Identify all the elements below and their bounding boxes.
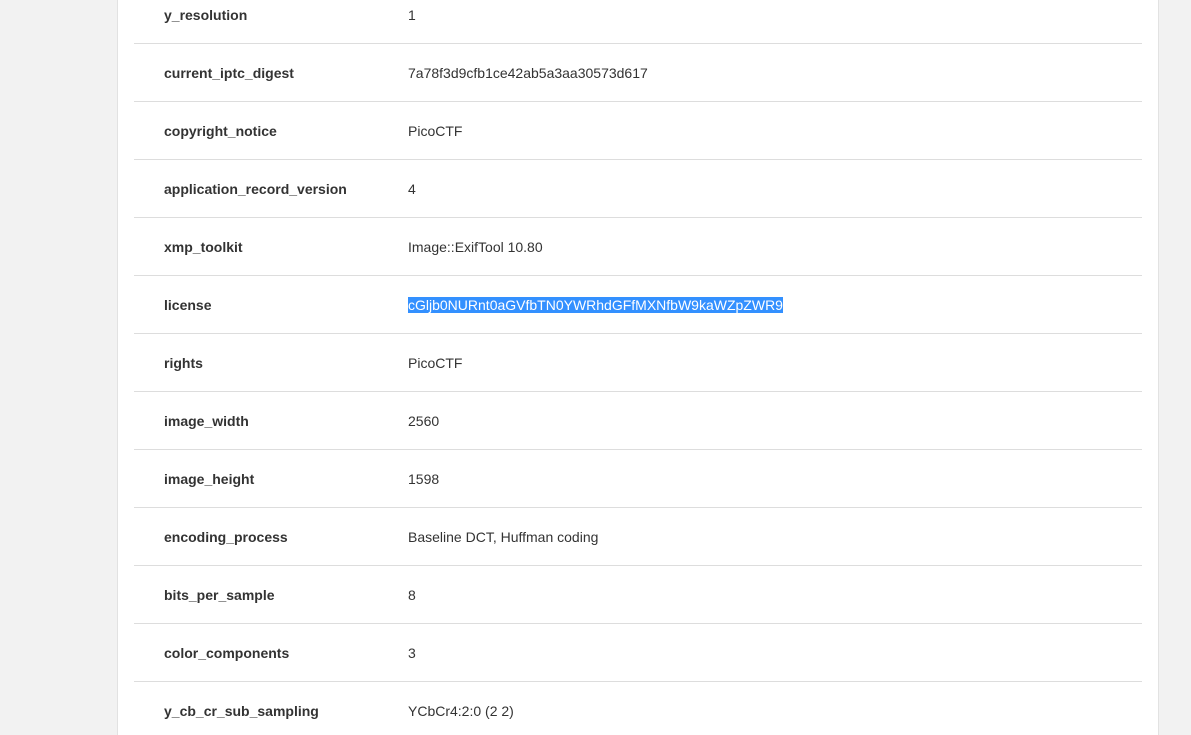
row-key: current_iptc_digest — [164, 64, 294, 81]
row-value: PicoCTF — [408, 354, 463, 371]
table-row: copyright_notice PicoCTF — [134, 102, 1142, 160]
table-row: image_height 1598 — [134, 450, 1142, 508]
table-row: license cGljb0NURnt0aGVfbTN0YWRhdGFfMXNf… — [134, 276, 1142, 334]
row-key: image_width — [164, 412, 249, 429]
row-value: 2560 — [408, 412, 440, 429]
row-key: rights — [164, 354, 203, 371]
row-value: 8 — [408, 586, 416, 603]
table-row: y_resolution 1 — [134, 0, 1142, 44]
row-value: 1 — [408, 6, 416, 23]
table-row: xmp_toolkit Image::ExifTool 10.80 — [134, 218, 1142, 276]
row-value: 1598 — [408, 470, 440, 487]
row-value: Image::ExifTool 10.80 — [408, 238, 543, 255]
row-value: 7a78f3d9cfb1ce42ab5a3aa30573d617 — [408, 64, 648, 81]
row-key: license — [164, 296, 212, 313]
metadata-card: y_resolution 1 current_iptc_digest 7a78f… — [117, 0, 1159, 735]
row-key: image_height — [164, 470, 255, 487]
row-key: color_components — [164, 644, 290, 661]
table-row: bits_per_sample 8 — [134, 566, 1142, 624]
row-key: y_cb_cr_sub_sampling — [164, 702, 319, 719]
row-key: xmp_toolkit — [164, 238, 243, 255]
metadata-table: y_resolution 1 current_iptc_digest 7a78f… — [134, 0, 1142, 735]
table-row: y_cb_cr_sub_sampling YCbCr4:2:0 (2 2) — [134, 682, 1142, 735]
row-key: application_record_version — [164, 180, 347, 197]
row-key: y_resolution — [164, 6, 248, 23]
row-value: 3 — [408, 644, 416, 661]
row-value: Baseline DCT, Huffman coding — [408, 528, 599, 545]
row-key: encoding_process — [164, 528, 288, 545]
row-value: 4 — [408, 180, 416, 197]
row-key: copyright_notice — [164, 122, 277, 139]
row-value: PicoCTF — [408, 122, 463, 139]
table-row: image_width 2560 — [134, 392, 1142, 450]
table-row: color_components 3 — [134, 624, 1142, 682]
table-row: encoding_process Baseline DCT, Huffman c… — [134, 508, 1142, 566]
table-row: rights PicoCTF — [134, 334, 1142, 392]
row-value-selected[interactable]: cGljb0NURnt0aGVfbTN0YWRhdGFfMXNfbW9kaWZp… — [408, 296, 783, 313]
row-value: YCbCr4:2:0 (2 2) — [408, 702, 514, 719]
row-key: bits_per_sample — [164, 586, 275, 603]
table-row: application_record_version 4 — [134, 160, 1142, 218]
table-row: current_iptc_digest 7a78f3d9cfb1ce42ab5a… — [134, 44, 1142, 102]
